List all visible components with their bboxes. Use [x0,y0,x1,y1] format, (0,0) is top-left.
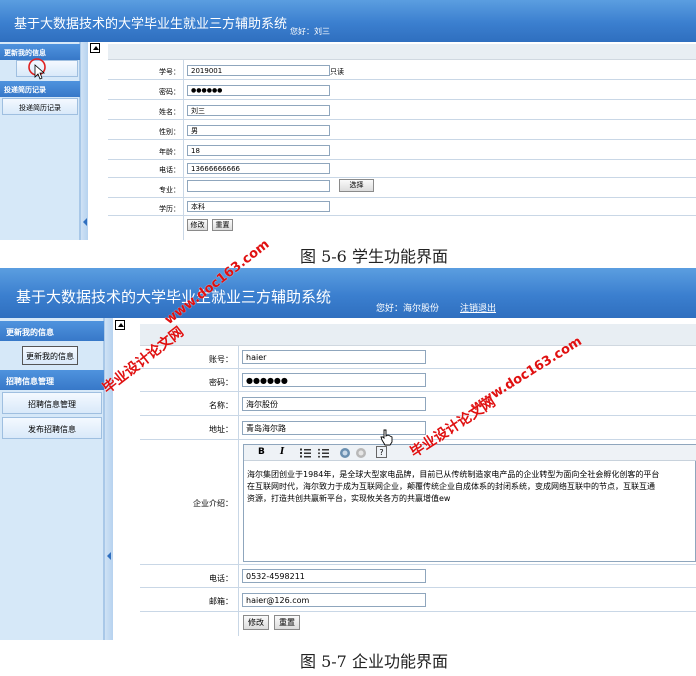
company-sidebar-splitter[interactable] [104,318,113,640]
company-row-account: 账号： haier [140,346,696,369]
italic-button[interactable]: I [280,447,284,457]
figure-caption-5-6: 图 5-6 学生功能界面 [300,247,448,266]
company-sidebar-item-update[interactable]: 更新我的信息 [22,346,78,365]
help-button[interactable]: ? [376,446,387,458]
student-row-id: 学号： 2019001 只读 [108,60,696,80]
student-major-select-button[interactable]: 选择 [339,179,374,192]
student-row-gender: 性别： 男 [108,120,696,140]
company-row-phone: 电话： 0532-4598211 [140,565,696,588]
student-phone-field[interactable]: 13666666666 [187,163,330,174]
company-sidebar-section-recruit: 招聘信息管理 [0,370,104,390]
company-intro-text: 海尔集团创业于1984年，是全球大型家电品牌，目前已从传统制造家电产品的企业转型… [247,470,660,503]
company-sidebar-item-recruit-manage[interactable]: 招聘信息管理 [2,392,102,414]
student-collapse-toggle[interactable] [90,43,100,53]
student-sidebar-splitter[interactable] [80,42,88,240]
company-phone-field[interactable]: 0532-4598211 [242,569,426,583]
student-row-phone: 电话： 13666666666 [108,160,696,178]
figure-caption-5-7: 图 5-7 企业功能界面 [300,652,448,671]
student-row-age: 年龄： 18 [108,140,696,160]
company-sidebar-item-publish[interactable]: 发布招聘信息 [2,417,102,439]
student-click-cursor-icon [28,58,46,80]
company-reset-button[interactable]: 重置 [274,615,300,630]
student-gender-field[interactable]: 男 [187,125,330,136]
student-row-major: 专业： 选择 [108,178,696,198]
student-sidebar-item-resume[interactable]: 投递简历记录 [2,98,78,115]
company-password-field[interactable]: ●●●●●● [242,373,426,387]
company-sidebar: 更新我的信息 更新我的信息 招聘信息管理 招聘信息管理 发布招聘信息 [0,318,104,640]
student-age-field[interactable]: 18 [187,145,330,156]
student-row-name: 姓名： 刘三 [108,100,696,120]
student-content-topbar [108,44,696,60]
company-row-password: 密码： ●●●●●● [140,369,696,392]
student-header: 基于大数据技术的大学毕业生就业三方辅助系统 您好：刘三 [0,0,696,42]
company-intro-editor[interactable]: B I ? 海尔集团创业于1984年，是全球大型家电品牌，目前已从传统制造家电产… [243,444,696,562]
company-row-email: 邮箱： haier@126.com [140,588,696,612]
company-address-field[interactable]: 青岛海尔路 [242,421,426,435]
company-account-field[interactable]: haier [242,350,426,364]
student-id-readonly-note: 只读 [330,68,344,76]
student-id-field: 2019001 [187,65,330,76]
editor-toolbar: B I ? [244,445,696,461]
student-app-title: 基于大数据技术的大学毕业生就业三方辅助系统 [14,17,288,32]
student-greeting: 您好：刘三 [290,27,330,36]
company-sidebar-section-update: 更新我的信息 [0,321,104,341]
student-submit-button[interactable]: 修改 [187,219,208,231]
bold-button[interactable]: B [258,447,265,457]
student-password-field[interactable]: ●●●●●● [187,85,330,96]
company-header: 基于大数据技术的大学毕业生就业三方辅助系统 您好：海尔股份 注销退出 [0,268,696,318]
company-content-topbar [140,324,696,346]
student-name-field[interactable]: 刘三 [187,105,330,116]
unlink-icon[interactable] [355,447,367,459]
student-row-degree: 学历： 本科 [108,198,696,216]
company-logout-link[interactable]: 注销退出 [460,301,496,314]
student-reset-button[interactable]: 重置 [212,219,233,231]
company-app-title: 基于大数据技术的大学毕业生就业三方辅助系统 [16,288,332,306]
company-collapse-toggle[interactable] [115,320,125,330]
company-submit-button[interactable]: 修改 [243,615,269,630]
hand-cursor-icon [380,429,393,446]
company-row-name: 名称： 海尔股份 [140,392,696,416]
link-icon[interactable] [339,447,351,459]
student-row-password: 密码： ●●●●●● [108,80,696,100]
company-email-field[interactable]: haier@126.com [242,593,426,607]
ordered-list-icon[interactable] [300,448,312,458]
company-greeting: 您好：海尔股份 [376,304,440,314]
student-degree-field[interactable]: 本科 [187,201,330,212]
student-sidebar-section-resume: 投递简历记录 [0,81,80,97]
unordered-list-icon[interactable] [318,448,330,458]
company-name-field[interactable]: 海尔股份 [242,397,426,411]
student-major-field[interactable] [187,180,330,192]
